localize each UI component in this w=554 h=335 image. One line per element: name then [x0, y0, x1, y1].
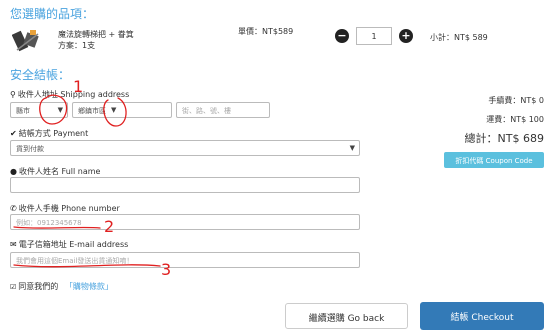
annotation-number-3: 3 — [161, 260, 171, 279]
annotation-circle-county — [39, 94, 68, 125]
annotation-circle-district — [103, 97, 127, 127]
annotation-number-2: 2 — [104, 217, 114, 236]
handwritten-annotations: 1 2 3 — [13, 77, 171, 279]
annotation-underline-phone — [13, 226, 101, 229]
annotation-underline-email — [13, 264, 161, 268]
annotation-number-1: 1 — [73, 77, 83, 96]
